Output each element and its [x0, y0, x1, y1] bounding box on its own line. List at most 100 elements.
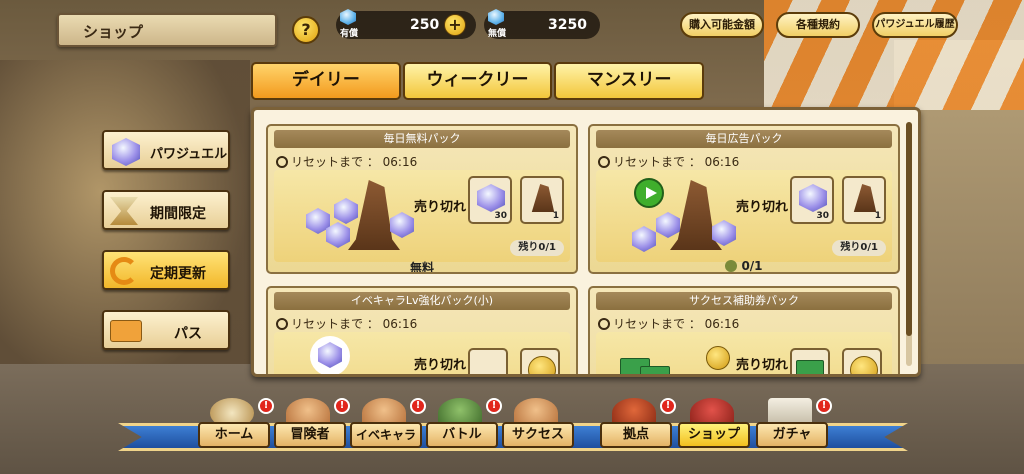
nav-label: 冒険者 — [274, 422, 346, 448]
period-tabs: デイリー ウィークリー マンスリー — [251, 62, 706, 100]
clock-icon — [598, 318, 610, 330]
nav-label: ショップ — [678, 422, 750, 448]
page-title-banner: ショップ — [57, 13, 277, 47]
nav-label: イベキャラ — [350, 422, 422, 448]
coin-icon — [528, 356, 556, 374]
tab-weekly[interactable]: ウィークリー — [402, 62, 553, 100]
nav-adventurer[interactable]: 冒険者 ! — [274, 398, 350, 450]
pack-card-event-char[interactable]: イベキャラLv強化パック(小) リセットまで ： 06:16 売り切れ — [266, 286, 578, 374]
alert-badge: ! — [486, 398, 502, 414]
nav-gacha[interactable]: ガチャ ! — [756, 398, 832, 450]
nav-event-chara[interactable]: イベキャラ ! — [350, 398, 426, 450]
coin-icon — [850, 356, 878, 374]
shop-item-panel: 毎日無料パック リセットまで ： 06:16 売り切れ 30 1 残り0/1 無… — [251, 107, 921, 377]
reset-timer: リセットまで ： 06:16 — [598, 153, 739, 170]
reset-timer-text: リセットまで ： 06:16 — [291, 155, 418, 169]
purchasable-amount-button[interactable]: 購入可能金額 — [680, 12, 764, 38]
hat-icon — [531, 184, 555, 212]
nav-label: ガチャ — [756, 422, 828, 448]
sold-out-label: 売り切れ — [414, 358, 467, 373]
pack-contents: 売り切れ — [596, 332, 892, 374]
pack-title: サクセス補助券パック — [596, 292, 892, 310]
paid-currency-label: 有償 — [340, 29, 359, 39]
sidebar-item-powerjewel[interactable]: パワジュエル — [102, 130, 230, 170]
nav-label: 拠点 — [600, 422, 672, 448]
item-slot[interactable] — [842, 348, 882, 374]
free-currency-label: 無償 — [488, 29, 507, 39]
scrollbar-thumb[interactable] — [906, 122, 912, 336]
price-label: 無料 — [409, 261, 434, 274]
sidebar-item-limited[interactable]: 期間限定 — [102, 190, 230, 230]
item-slot[interactable] — [468, 348, 508, 374]
nav-label: サクセス — [502, 422, 574, 448]
item-slot[interactable] — [520, 348, 560, 374]
sold-out-label: 売り切れ — [736, 200, 789, 215]
paid-currency: 有償 250 + — [336, 9, 476, 39]
sold-out-label: 売り切れ — [414, 200, 467, 215]
item-count: 1 — [552, 211, 559, 221]
clock-icon — [598, 156, 610, 168]
pack-title: 毎日広告パック — [596, 130, 892, 148]
pack-contents: 売り切れ — [274, 332, 570, 374]
item-slot[interactable]: 1 — [842, 176, 886, 224]
gem-icon — [390, 212, 414, 238]
item-slot[interactable] — [790, 348, 830, 374]
play-ad-icon — [634, 178, 664, 208]
tab-daily[interactable]: デイリー — [251, 62, 401, 100]
remaining-count: 残り0/1 — [510, 240, 564, 256]
gem-icon — [112, 138, 140, 166]
sidebar-item-label: 定期更新 — [150, 266, 206, 282]
nav-base[interactable]: 拠点 ! — [600, 398, 676, 450]
nav-label: ホーム — [198, 422, 270, 448]
alert-badge: ! — [660, 398, 676, 414]
pack-contents: 売り切れ 30 1 残り0/1 — [274, 170, 570, 262]
item-slot[interactable]: 30 — [790, 176, 834, 224]
pass-ticket-icon — [110, 320, 142, 342]
sidebar-item-label: パワジュエル — [150, 147, 228, 162]
nav-success[interactable]: サクセス — [502, 398, 574, 450]
item-count: 1 — [874, 211, 881, 221]
sidebar-item-pass[interactable]: パス — [102, 310, 230, 350]
remaining-count: 残り0/1 — [832, 240, 886, 256]
ad-watch-count: 0/1 — [590, 259, 898, 272]
refresh-icon — [110, 257, 138, 285]
pack-card-success-ticket[interactable]: サクセス補助券パック リセットまで ： 06:16 売り切れ — [588, 286, 900, 374]
item-slot[interactable]: 30 — [468, 176, 512, 224]
ad-ticket-icon — [725, 260, 738, 272]
pack-card-free[interactable]: 毎日無料パック リセットまで ： 06:16 売り切れ 30 1 残り0/1 無… — [266, 124, 578, 274]
pack-title: イベキャラLv強化パック(小) — [274, 292, 570, 310]
gem-icon — [656, 212, 680, 238]
help-button[interactable]: ? — [292, 16, 320, 44]
sold-out-label: 売り切れ — [736, 358, 789, 373]
reset-timer: リセットまで ： 06:16 — [276, 315, 417, 332]
reset-timer-text: リセットまで ： 06:16 — [613, 155, 740, 169]
sidebar-item-regular-update[interactable]: 定期更新 — [102, 250, 230, 290]
jewel-history-button[interactable]: パワジュエル履歴 — [872, 12, 958, 38]
nav-battle[interactable]: バトル ! — [426, 398, 502, 450]
reset-timer: リセットまで ： 06:16 — [276, 153, 417, 170]
reset-timer: リセットまで ： 06:16 — [598, 315, 739, 332]
gem-icon — [799, 184, 827, 212]
alert-badge: ! — [258, 398, 274, 414]
sidebar-item-label: 期間限定 — [150, 206, 206, 222]
tab-monthly[interactable]: マンスリー — [554, 62, 705, 100]
reset-timer-text: リセットまで ： 06:16 — [613, 317, 740, 331]
hourglass-icon — [110, 197, 138, 225]
add-currency-button[interactable]: + — [444, 14, 466, 36]
pack-card-ad[interactable]: 毎日広告パック リセットまで ： 06:16 売り切れ 30 1 残り0/1 0… — [588, 124, 900, 274]
alert-badge: ! — [410, 398, 426, 414]
coin-icon — [706, 346, 730, 370]
paid-currency-value: 250 — [410, 17, 440, 33]
gem-icon — [477, 184, 505, 212]
alert-badge: ! — [334, 398, 350, 414]
ticket-icon — [796, 360, 824, 374]
gem-icon — [488, 9, 504, 25]
gem-icon — [340, 9, 356, 25]
nav-home[interactable]: ホーム ! — [198, 398, 274, 450]
terms-button[interactable]: 各種規約 — [776, 12, 860, 38]
clock-icon — [276, 318, 288, 330]
nav-shop[interactable]: ショップ — [678, 398, 750, 450]
item-slot[interactable]: 1 — [520, 176, 564, 224]
pack-title: 毎日無料パック — [274, 130, 570, 148]
alert-badge: ! — [816, 398, 832, 414]
